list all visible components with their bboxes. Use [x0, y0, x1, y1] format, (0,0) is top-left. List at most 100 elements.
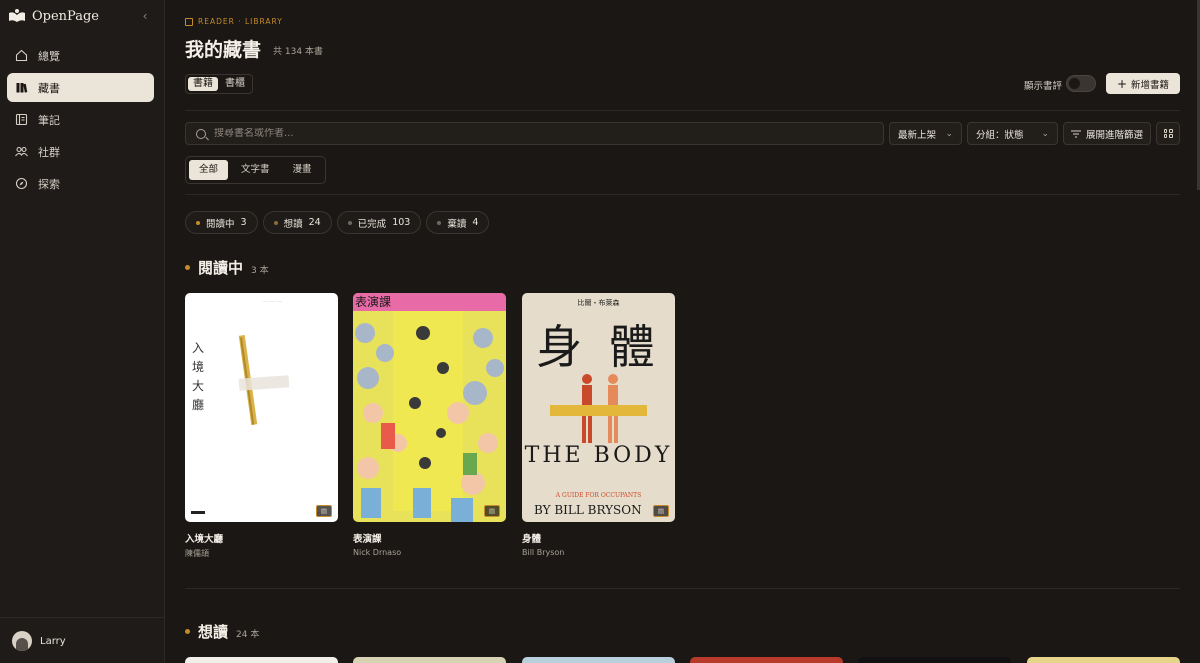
book-cover-peek[interactable] — [690, 657, 843, 663]
app-logo[interactable]: OpenPage — [8, 8, 99, 24]
home-icon — [15, 49, 28, 62]
divider — [185, 588, 1180, 589]
main-content: READER · LIBRARY 我的藏書 共 134 本書 書籍 書櫃 顯示書… — [165, 0, 1200, 663]
book-cover-peek[interactable] — [1027, 657, 1180, 663]
cover-top-text: 比爾・布萊森 — [577, 299, 620, 307]
type-filter: 全部 文字書 漫畫 — [185, 156, 326, 184]
progress-badge: ▤ — [315, 505, 332, 517]
tab-shelves[interactable]: 書櫃 — [220, 77, 250, 91]
chip-label: 想讀 — [283, 218, 303, 230]
book-title: 入境大廳 — [185, 534, 224, 545]
sidebar-item-label: 社群 — [38, 145, 60, 159]
chevron-down-icon: ⌄ — [1041, 128, 1049, 139]
sidebar-item-label: 總覽 — [38, 49, 60, 63]
search-input[interactable] — [214, 128, 814, 139]
section-title: 想讀 — [198, 623, 229, 641]
tab-text-books[interactable]: 文字書 — [231, 160, 280, 180]
sidebar-item-community[interactable]: 社群 — [7, 137, 154, 166]
section-header-want: 想讀 24 本 — [185, 621, 259, 642]
view-switcher: 書籍 書櫃 — [185, 74, 253, 94]
plus-icon: + — [1116, 76, 1128, 91]
chip-count: 103 — [392, 217, 411, 228]
sidebar-item-library[interactable]: 藏書 — [7, 73, 154, 102]
user-menu[interactable]: Larry — [12, 631, 66, 651]
grid-icon — [1163, 129, 1173, 138]
tab-comics[interactable]: 漫畫 — [283, 160, 322, 180]
show-reviews-label: 顯示書評 — [1024, 81, 1063, 92]
chip-count: 3 — [240, 217, 247, 228]
tab-all[interactable]: 全部 — [189, 160, 229, 180]
collapse-sidebar-icon[interactable]: ‹ — [139, 8, 151, 24]
status-dot — [196, 220, 200, 225]
chip-label: 已完成 — [357, 218, 387, 230]
cover-title: 表演課 — [355, 295, 392, 309]
book-cover[interactable]: ····· ····· ····· ▢ 入境大廳 ▤ — [185, 293, 338, 522]
cover-author: BY BILL BRYSON — [534, 503, 642, 517]
search-field[interactable] — [185, 122, 884, 145]
sidebar: OpenPage ‹ 總覽 藏書 筆記 社群 探索 Larry — [0, 0, 165, 663]
grid-view-button[interactable] — [1156, 122, 1180, 145]
status-chip-reading[interactable]: 閱讀中 3 — [185, 211, 258, 234]
book-cover[interactable]: 表演課 ▤ — [353, 293, 506, 522]
section-dot — [185, 629, 190, 634]
book-cover-peek[interactable] — [522, 657, 675, 663]
status-chip-want[interactable]: 想讀 24 — [262, 211, 332, 234]
show-reviews-toggle[interactable] — [1066, 75, 1096, 92]
cover-en-title: THE BODY — [524, 443, 673, 468]
divider — [185, 110, 1180, 111]
sidebar-item-explore[interactable]: 探索 — [7, 169, 154, 198]
app-name: OpenPage — [32, 8, 99, 24]
advanced-filter-button[interactable]: 展開進階篩選 — [1063, 122, 1151, 145]
book-cover[interactable]: 比爾・布萊森 身 體 THE BODY A GUIDE FOR OCCUPANT… — [522, 293, 675, 522]
status-dot — [347, 220, 352, 225]
book-title: 表演課 — [353, 534, 382, 545]
book-card[interactable]: 比爾・布萊森 身 體 THE BODY A GUIDE FOR OCCUPANT… — [522, 293, 675, 557]
search-icon — [196, 128, 206, 139]
cover-art: ····· ····· ····· ▢ — [191, 300, 321, 516]
status-chip-finished[interactable]: 已完成 103 — [336, 211, 422, 234]
sidebar-item-notes[interactable]: 筆記 — [7, 105, 154, 134]
status-dot — [437, 220, 442, 225]
books-icon — [16, 83, 28, 93]
cover-big-title: 身 體 — [536, 320, 661, 374]
book-author: Bill Bryson — [522, 548, 565, 557]
section-count: 24 本 — [236, 630, 260, 640]
filter-icon — [1070, 130, 1081, 137]
status-chips: 閱讀中 3 想讀 24 已完成 103 棄讀 4 — [185, 211, 490, 234]
book-author: 陳儒頡 — [185, 549, 209, 558]
logo-icon — [9, 9, 25, 22]
svg-text:····· ····· ·····: ····· ····· ····· — [263, 300, 282, 304]
community-icon — [15, 146, 28, 157]
book-total: 共 134 本書 — [273, 47, 323, 57]
sidebar-item-overview[interactable]: 總覽 — [7, 41, 154, 70]
book-cover-peek[interactable] — [858, 657, 1011, 663]
book-card[interactable]: ····· ····· ····· ▢ 入境大廳 ▤ 入境大廳 陳儒頡 — [185, 293, 338, 559]
sort-dropdown[interactable]: 最新上架 ⌄ — [889, 122, 962, 145]
section-header-reading: 閱讀中 3 本 — [185, 257, 269, 278]
status-chip-abandoned[interactable]: 棄讀 4 — [426, 211, 490, 234]
sidebar-item-label: 藏書 — [38, 81, 60, 95]
chip-count: 4 — [472, 217, 479, 228]
notes-icon — [15, 113, 28, 126]
avatar — [12, 631, 32, 651]
section-title: 閱讀中 — [198, 259, 244, 277]
group-dropdown[interactable]: 分組：狀態 ⌄ — [967, 122, 1058, 145]
page-title: 我的藏書 — [185, 39, 262, 61]
book-cover-peek[interactable] — [353, 657, 506, 663]
progress-badge: ▤ — [483, 505, 500, 517]
chip-label: 閱讀中 — [206, 218, 235, 230]
progress-badge: ▤ — [652, 505, 669, 517]
book-title: 身體 — [522, 534, 542, 545]
sidebar-nav: 總覽 藏書 筆記 社群 探索 — [7, 41, 154, 201]
library-icon — [185, 17, 193, 26]
add-book-button[interactable]: + 新增書籍 — [1106, 73, 1180, 94]
user-name: Larry — [40, 635, 66, 647]
chevron-down-icon: ⌄ — [945, 128, 953, 139]
section-count: 3 本 — [251, 266, 269, 276]
book-author: Nick Drnaso — [353, 548, 402, 557]
tab-books[interactable]: 書籍 — [188, 77, 218, 91]
group-label: 分組：狀態 — [976, 129, 1024, 141]
divider — [185, 194, 1180, 195]
book-cover-peek[interactable] — [185, 657, 338, 663]
book-card[interactable]: 表演課 ▤ 表演課 Nick Drnaso — [353, 293, 506, 557]
